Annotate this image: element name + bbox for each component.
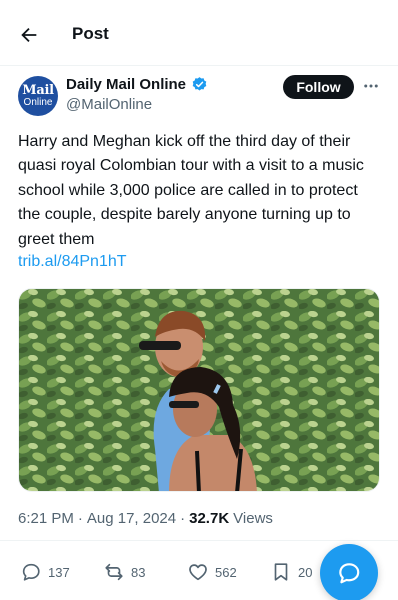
chat-bubble-icon [339,563,360,584]
views-label: Views [233,510,273,527]
photo-illustration [19,289,379,491]
post-date[interactable]: Aug 17, 2024 [87,510,176,527]
post-text: Harry and Meghan kick off the third day … [18,133,364,248]
reply-count: 137 [48,564,70,580]
post-time[interactable]: 6:21 PM [18,510,74,527]
avatar[interactable]: Mail Online [18,76,58,116]
meta-separator: · [77,510,83,527]
top-bar: Post [0,0,398,66]
follow-button[interactable]: Follow [283,75,354,99]
more-options-button[interactable] [360,74,382,98]
more-dots-icon [364,84,378,88]
repost-button[interactable]: 83 [103,561,145,583]
reply-icon [22,563,40,581]
avatar-text-line1: Mail [22,83,54,98]
repost-icon [105,563,123,581]
meta-separator: · [180,510,186,527]
page-title: Post [72,24,109,43]
arrow-left-icon [21,27,37,43]
views-count[interactable]: 32.7K [189,510,229,527]
bookmark-icon [274,563,288,581]
reply-button[interactable]: 137 [20,561,70,583]
repost-count: 83 [131,564,146,580]
author-display-name[interactable]: Daily Mail Online [66,76,186,93]
post-link[interactable]: trib.al/84Pn1hT [18,253,127,271]
floating-compose-button[interactable] [320,544,378,600]
post-image[interactable] [18,288,380,492]
bookmark-button[interactable]: 20 [270,561,312,583]
bookmark-count: 20 [298,564,313,580]
verified-badge-icon [192,77,207,91]
avatar-text-line2: Online [23,97,53,108]
like-button[interactable]: 562 [187,561,237,583]
author-name-row[interactable]: Daily Mail Online [66,76,208,93]
back-button[interactable] [14,20,44,50]
like-count: 562 [215,564,237,580]
heart-icon [189,564,207,581]
author-handle[interactable]: @MailOnline [66,96,152,113]
post-meta: 6:21 PM · Aug 17, 2024 · 32.7K Views [18,510,273,527]
